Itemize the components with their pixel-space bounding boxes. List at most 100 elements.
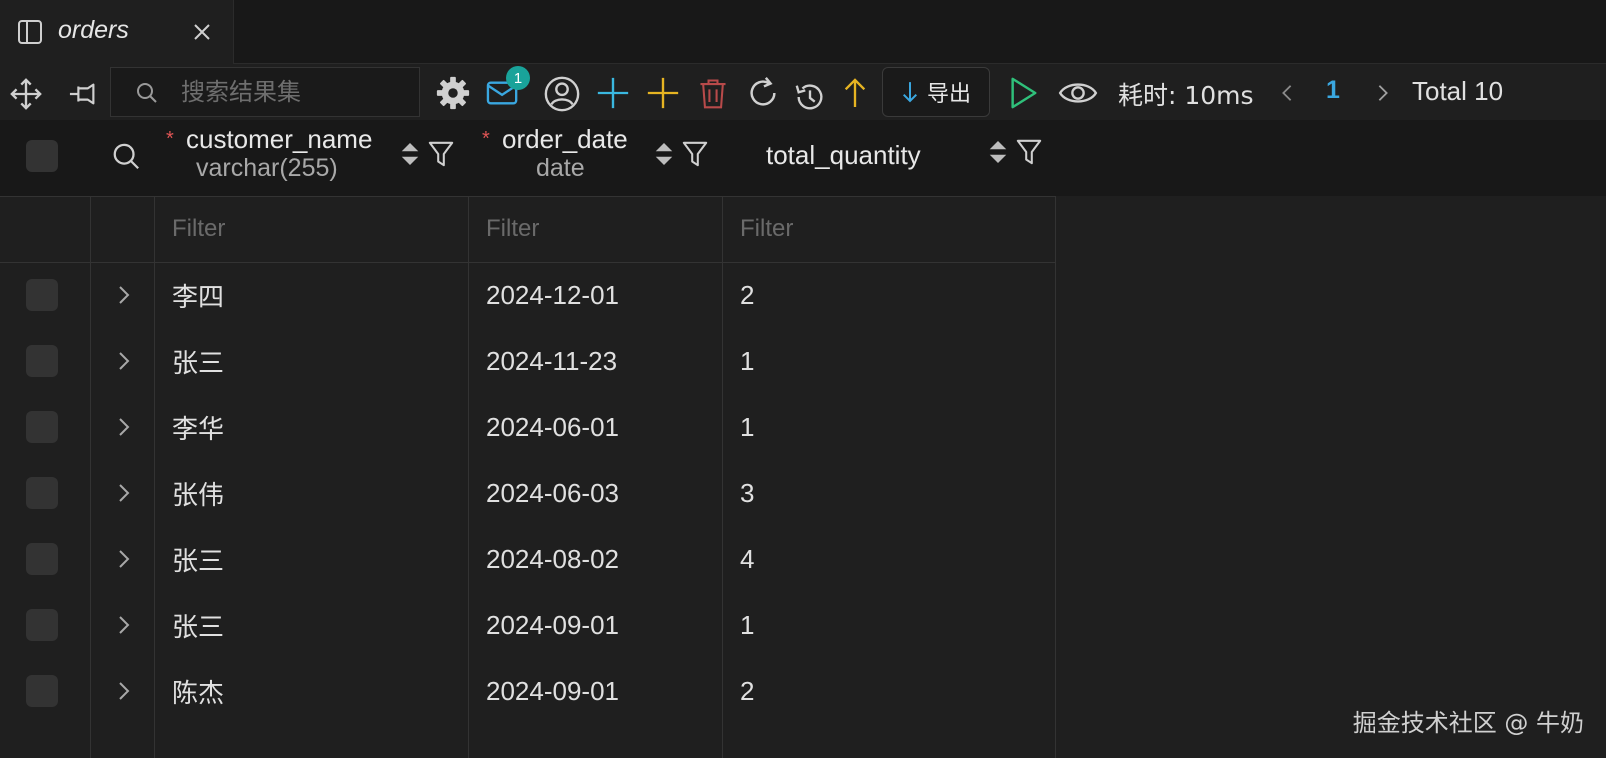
filter-button[interactable] bbox=[1014, 136, 1044, 168]
table-row[interactable]: 李四 2024-12-01 2 bbox=[0, 262, 1056, 328]
export-label: 导出 bbox=[926, 82, 971, 107]
prev-page-button[interactable] bbox=[1276, 78, 1298, 108]
sort-button[interactable] bbox=[652, 138, 676, 170]
cell-customer-name[interactable]: 陈杰 bbox=[154, 658, 468, 724]
eye-icon bbox=[1058, 83, 1098, 103]
row-checkbox[interactable] bbox=[26, 345, 58, 377]
cell-total-quantity[interactable]: 1 bbox=[722, 328, 1056, 394]
arrow-down-icon bbox=[902, 82, 917, 103]
column-header-order-date[interactable]: order_date bbox=[502, 122, 652, 158]
cell-total-quantity[interactable]: 2 bbox=[722, 262, 1056, 328]
cell-order-date[interactable]: 2024-12-01 bbox=[468, 262, 722, 328]
chevron-right-icon[interactable] bbox=[112, 613, 136, 637]
data-grid: Filter Filter Filter 李四 2024-12-01 2 张三 … bbox=[0, 196, 1056, 758]
cell-total-quantity[interactable]: 2 bbox=[722, 658, 1056, 724]
column-type: date bbox=[536, 154, 585, 182]
chevron-left-icon bbox=[1282, 85, 1292, 101]
cell-order-date[interactable]: 2024-06-01 bbox=[468, 394, 722, 460]
sort-button[interactable] bbox=[398, 138, 422, 170]
cell-order-date[interactable]: 2024-11-23 bbox=[468, 328, 722, 394]
upload-button[interactable] bbox=[840, 74, 870, 112]
run-button[interactable] bbox=[1006, 74, 1040, 112]
column-title: total_quantity bbox=[766, 140, 921, 170]
filter-input-customer-name[interactable]: Filter bbox=[154, 196, 468, 262]
cell-customer-name[interactable]: 张三 bbox=[154, 526, 468, 592]
cell-total-quantity[interactable]: 3 bbox=[722, 460, 1056, 526]
column-type: varchar(255) bbox=[196, 154, 338, 182]
filter-button[interactable] bbox=[426, 138, 456, 170]
table-row[interactable]: 张三 2024-11-23 1 bbox=[0, 328, 1056, 394]
required-marker: * bbox=[482, 128, 490, 150]
table-row[interactable]: 张三 2024-08-02 4 bbox=[0, 526, 1056, 592]
row-checkbox[interactable] bbox=[26, 279, 58, 311]
cell-order-date[interactable]: 2024-08-02 bbox=[468, 526, 722, 592]
delete-button[interactable] bbox=[694, 74, 732, 112]
filter-button[interactable] bbox=[680, 138, 710, 170]
cell-customer-name[interactable]: 李四 bbox=[154, 262, 468, 328]
table-row[interactable]: 李华 2024-06-01 1 bbox=[0, 394, 1056, 460]
required-marker: * bbox=[166, 128, 174, 150]
export-button[interactable]: 导出 bbox=[882, 67, 990, 117]
search-icon bbox=[113, 143, 139, 170]
move-icon[interactable] bbox=[8, 76, 44, 112]
cell-customer-name[interactable]: 张三 bbox=[154, 328, 468, 394]
cell-total-quantity[interactable]: 1 bbox=[722, 592, 1056, 658]
next-page-button[interactable] bbox=[1372, 78, 1394, 108]
row-checkbox[interactable] bbox=[26, 543, 58, 575]
chevron-right-icon[interactable] bbox=[112, 679, 136, 703]
cell-total-quantity[interactable]: 1 bbox=[722, 394, 1056, 460]
table-row[interactable]: 张伟 2024-06-03 3 bbox=[0, 460, 1056, 526]
preview-button[interactable] bbox=[1056, 76, 1100, 110]
tab-title: orders bbox=[58, 16, 129, 44]
page-number[interactable]: 1 bbox=[1326, 76, 1340, 105]
chevron-right-icon[interactable] bbox=[112, 415, 136, 439]
row-checkbox[interactable] bbox=[26, 675, 58, 707]
add-row-button-teal[interactable] bbox=[594, 74, 632, 112]
column-header-total-quantity[interactable]: total_quantity bbox=[766, 138, 966, 174]
pin-icon[interactable] bbox=[66, 78, 102, 110]
close-icon[interactable] bbox=[190, 20, 214, 44]
history-button[interactable] bbox=[792, 78, 828, 116]
arrow-up-icon bbox=[844, 78, 866, 107]
row-checkbox[interactable] bbox=[26, 609, 58, 641]
cell-order-date[interactable]: 2024-09-01 bbox=[468, 658, 722, 724]
table-row[interactable]: 张三 2024-09-01 1 bbox=[0, 592, 1056, 658]
trash-icon bbox=[700, 79, 726, 109]
chevron-right-icon[interactable] bbox=[112, 547, 136, 571]
search-box bbox=[110, 67, 420, 117]
column-search-button[interactable] bbox=[110, 140, 142, 174]
sort-icon bbox=[655, 143, 673, 165]
table-row[interactable]: 陈杰 2024-09-01 2 bbox=[0, 658, 1056, 724]
elapsed-time: 耗时: 10ms bbox=[1118, 81, 1254, 110]
filter-input-order-date[interactable]: Filter bbox=[468, 196, 722, 262]
row-checkbox[interactable] bbox=[26, 477, 58, 509]
filter-icon bbox=[1016, 139, 1042, 165]
cell-order-date[interactable]: 2024-06-03 bbox=[468, 460, 722, 526]
select-all-checkbox[interactable] bbox=[26, 140, 58, 172]
notification-badge: 1 bbox=[506, 66, 530, 90]
refresh-button[interactable] bbox=[744, 74, 782, 112]
add-row-button-yellow[interactable] bbox=[644, 74, 682, 112]
user-circle-icon[interactable] bbox=[542, 74, 582, 114]
cell-customer-name[interactable]: 张伟 bbox=[154, 460, 468, 526]
cell-customer-name[interactable]: 李华 bbox=[154, 394, 468, 460]
cell-customer-name[interactable]: 张三 bbox=[154, 592, 468, 658]
tab-orders[interactable]: orders bbox=[0, 0, 234, 64]
gear-icon[interactable] bbox=[434, 74, 472, 112]
column-header-customer-name[interactable]: customer_name bbox=[186, 122, 394, 158]
watermark: 掘金技术社区 @ 牛奶 bbox=[1352, 709, 1584, 737]
column-header: * customer_name varchar(255) * order_dat… bbox=[0, 120, 1606, 196]
play-icon bbox=[1011, 77, 1037, 109]
filter-icon bbox=[682, 141, 708, 167]
cell-order-date[interactable]: 2024-09-01 bbox=[468, 592, 722, 658]
search-input[interactable] bbox=[181, 76, 411, 108]
filter-icon bbox=[428, 141, 454, 167]
chevron-right-icon[interactable] bbox=[112, 349, 136, 373]
filter-input-total-quantity[interactable]: Filter bbox=[722, 196, 1056, 262]
chevron-right-icon[interactable] bbox=[112, 481, 136, 505]
column-title: order_date bbox=[502, 124, 628, 154]
chevron-right-icon[interactable] bbox=[112, 283, 136, 307]
row-checkbox[interactable] bbox=[26, 411, 58, 443]
cell-total-quantity[interactable]: 4 bbox=[722, 526, 1056, 592]
sort-button[interactable] bbox=[986, 136, 1010, 168]
